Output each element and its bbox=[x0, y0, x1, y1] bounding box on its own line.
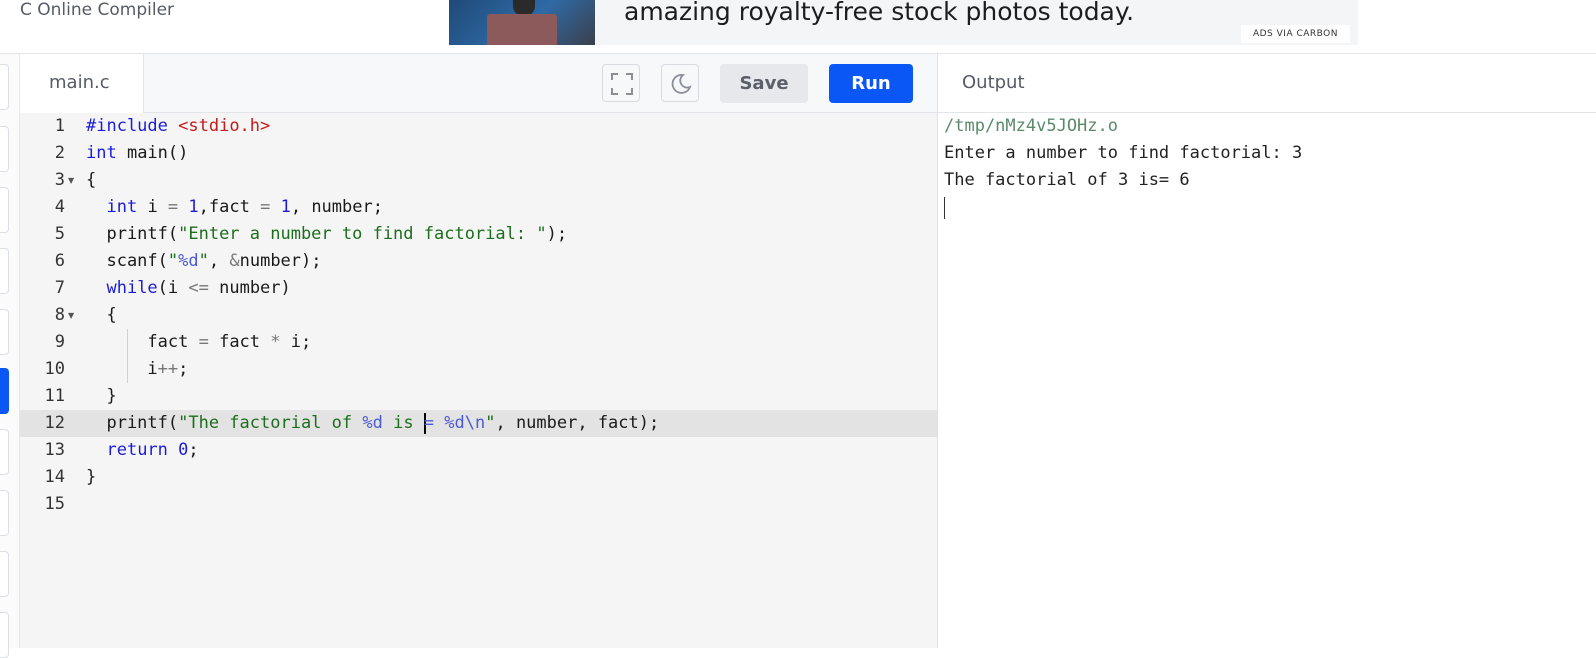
code-line[interactable]: 2 int main() bbox=[20, 140, 937, 167]
code-editor[interactable]: 1 #include <stdio.h> 2 int main() 3 ▼ { … bbox=[20, 113, 937, 648]
code-text[interactable]: { bbox=[86, 302, 116, 329]
line-number: 8 bbox=[54, 305, 65, 325]
line-number: 6 bbox=[54, 251, 65, 271]
code-text[interactable]: int i = 1,fact = 1, number; bbox=[86, 194, 382, 221]
rail-tab-c-active[interactable] bbox=[0, 368, 9, 414]
code-line[interactable]: 11 } bbox=[20, 383, 937, 410]
code-text[interactable]: scanf("%d", &number); bbox=[86, 248, 321, 275]
rail-tab[interactable] bbox=[0, 187, 9, 233]
line-number: 14 bbox=[44, 467, 65, 487]
rail-tab[interactable] bbox=[0, 64, 9, 110]
code-text[interactable]: { bbox=[86, 167, 96, 194]
theme-toggle-button[interactable] bbox=[661, 64, 699, 102]
moon-icon bbox=[671, 74, 692, 94]
code-text[interactable]: while(i <= number) bbox=[86, 275, 290, 302]
code-line-current[interactable]: 12 printf("The factorial of %d is = %d\n… bbox=[20, 410, 937, 437]
code-text[interactable]: #include <stdio.h> bbox=[86, 113, 270, 140]
line-number: 11 bbox=[44, 386, 65, 406]
rail-tab[interactable] bbox=[0, 248, 9, 294]
console-cursor bbox=[944, 197, 945, 219]
code-line[interactable]: 13 return 0; bbox=[20, 437, 937, 464]
editor-header: main.c Save Run bbox=[20, 54, 937, 113]
line-number: 12 bbox=[44, 413, 65, 433]
line-number: 9 bbox=[54, 332, 65, 352]
code-line[interactable]: 14 } bbox=[20, 464, 937, 491]
output-line: /tmp/nMz4v5JOHz.o bbox=[944, 116, 1118, 136]
line-number: 3 bbox=[54, 170, 65, 190]
code-text[interactable]: } bbox=[86, 383, 116, 410]
top-bar: C Online Compiler amazing royalty-free s… bbox=[0, 0, 1596, 54]
rail-tab[interactable] bbox=[0, 309, 9, 355]
rail-tab[interactable] bbox=[0, 126, 9, 172]
fold-arrow-icon[interactable]: ▼ bbox=[68, 167, 74, 194]
code-line[interactable]: 6 scanf("%d", &number); bbox=[20, 248, 937, 275]
line-number: 2 bbox=[54, 143, 65, 163]
line-number: 15 bbox=[44, 494, 65, 514]
line-number: 5 bbox=[54, 224, 65, 244]
code-text[interactable]: int main() bbox=[86, 140, 188, 167]
code-line[interactable]: 10 i++; bbox=[20, 356, 937, 383]
line-number: 7 bbox=[54, 278, 65, 298]
code-text[interactable]: return 0; bbox=[86, 437, 198, 464]
output-header: Output bbox=[938, 54, 1596, 113]
fullscreen-button[interactable] bbox=[602, 64, 640, 102]
output-line: Enter a number to find factorial: 3 bbox=[944, 143, 1303, 163]
line-number: 1 bbox=[54, 116, 65, 136]
save-button[interactable]: Save bbox=[720, 64, 808, 103]
file-tab-label: main.c bbox=[49, 72, 110, 93]
file-tab-main-c[interactable]: main.c bbox=[20, 54, 144, 113]
code-text[interactable]: } bbox=[86, 464, 96, 491]
ad-banner[interactable]: amazing royalty-free stock photos today.… bbox=[449, 0, 1358, 45]
left-rail bbox=[0, 54, 20, 658]
code-line[interactable]: 4 int i = 1,fact = 1, number; bbox=[20, 194, 937, 221]
code-text[interactable]: printf("The factorial of %d is = %d\n", … bbox=[86, 410, 659, 437]
ad-badge[interactable]: ADS VIA CARBON bbox=[1240, 25, 1350, 43]
output-line: The factorial of 3 is= 6 bbox=[944, 170, 1190, 190]
line-number: 13 bbox=[44, 440, 65, 460]
code-line[interactable]: 1 #include <stdio.h> bbox=[20, 113, 937, 140]
output-title: Output bbox=[962, 72, 1025, 93]
code-line[interactable]: 15 bbox=[20, 491, 937, 518]
rail-tab[interactable] bbox=[0, 612, 9, 658]
code-line[interactable]: 9 fact = fact * i; bbox=[20, 329, 937, 356]
output-console[interactable]: /tmp/nMz4v5JOHz.o Enter a number to find… bbox=[938, 113, 1596, 648]
code-line[interactable]: 5 printf("Enter a number to find factori… bbox=[20, 221, 937, 248]
line-number: 10 bbox=[44, 359, 65, 379]
code-line[interactable]: 3 ▼ { bbox=[20, 167, 937, 194]
ad-laptop bbox=[487, 14, 557, 45]
fold-arrow-icon[interactable]: ▼ bbox=[68, 302, 74, 329]
expand-icon bbox=[611, 73, 633, 95]
site-title[interactable]: C Online Compiler bbox=[20, 0, 174, 20]
ad-text[interactable]: amazing royalty-free stock photos today. bbox=[624, 0, 1134, 27]
rail-tab[interactable] bbox=[0, 551, 9, 597]
code-text[interactable]: fact = fact * i; bbox=[86, 329, 311, 356]
rail-tab[interactable] bbox=[0, 429, 9, 475]
rail-tab[interactable] bbox=[0, 490, 9, 536]
code-line[interactable]: 8 ▼ { bbox=[20, 302, 937, 329]
line-number: 4 bbox=[54, 197, 65, 217]
code-text[interactable]: i++; bbox=[86, 356, 188, 383]
ad-image[interactable] bbox=[449, 0, 595, 45]
code-line[interactable]: 7 while(i <= number) bbox=[20, 275, 937, 302]
run-button[interactable]: Run bbox=[829, 64, 913, 103]
code-text[interactable]: printf("Enter a number to find factorial… bbox=[86, 221, 567, 248]
